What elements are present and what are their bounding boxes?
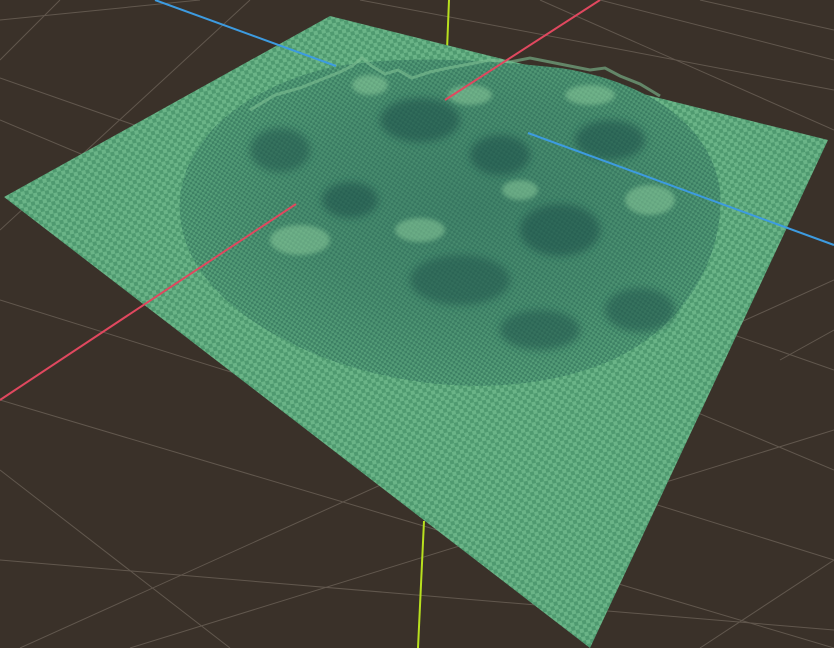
grid-line	[599, 0, 834, 61]
grid-line	[779, 329, 834, 361]
grid-line	[0, 0, 201, 21]
terrain-mesh[interactable]	[4, 16, 828, 648]
3d-viewport[interactable]	[0, 0, 834, 648]
grid-line	[0, 559, 834, 631]
grid-line	[0, 0, 61, 61]
viewport-scene[interactable]	[0, 0, 834, 648]
axis-y-bottom	[417, 520, 425, 648]
grid-line	[699, 559, 834, 648]
grid-line	[699, 0, 834, 31]
grid-line	[0, 469, 231, 648]
